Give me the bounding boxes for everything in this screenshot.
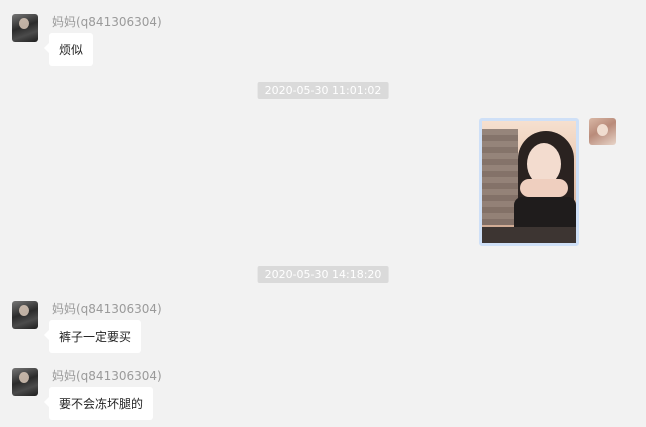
avatar-self[interactable] <box>589 118 616 145</box>
avatar-mom[interactable] <box>12 301 38 329</box>
image-message[interactable] <box>479 118 579 246</box>
chat-window: 妈妈(q841306304) 烦似 2020-05-30 11:01:02 20… <box>0 0 646 427</box>
timestamp: 2020-05-30 11:01:02 <box>257 82 389 99</box>
message-bubble[interactable]: 烦似 <box>43 33 94 66</box>
photo-blurred-region <box>482 129 518 225</box>
timestamp: 2020-05-30 14:18:20 <box>257 266 389 283</box>
sender-name: 妈妈(q841306304) <box>52 15 162 29</box>
photo-table <box>482 227 576 243</box>
sender-name: 妈妈(q841306304) <box>52 302 162 316</box>
message-bubble[interactable]: 裤子一定要买 <box>43 320 142 353</box>
sender-name: 妈妈(q841306304) <box>52 369 162 383</box>
avatar-mom[interactable] <box>12 368 38 396</box>
avatar-mom[interactable] <box>12 14 38 42</box>
photo-hands <box>520 179 568 197</box>
message-bubble[interactable]: 要不会冻坏腿的 <box>43 387 154 420</box>
